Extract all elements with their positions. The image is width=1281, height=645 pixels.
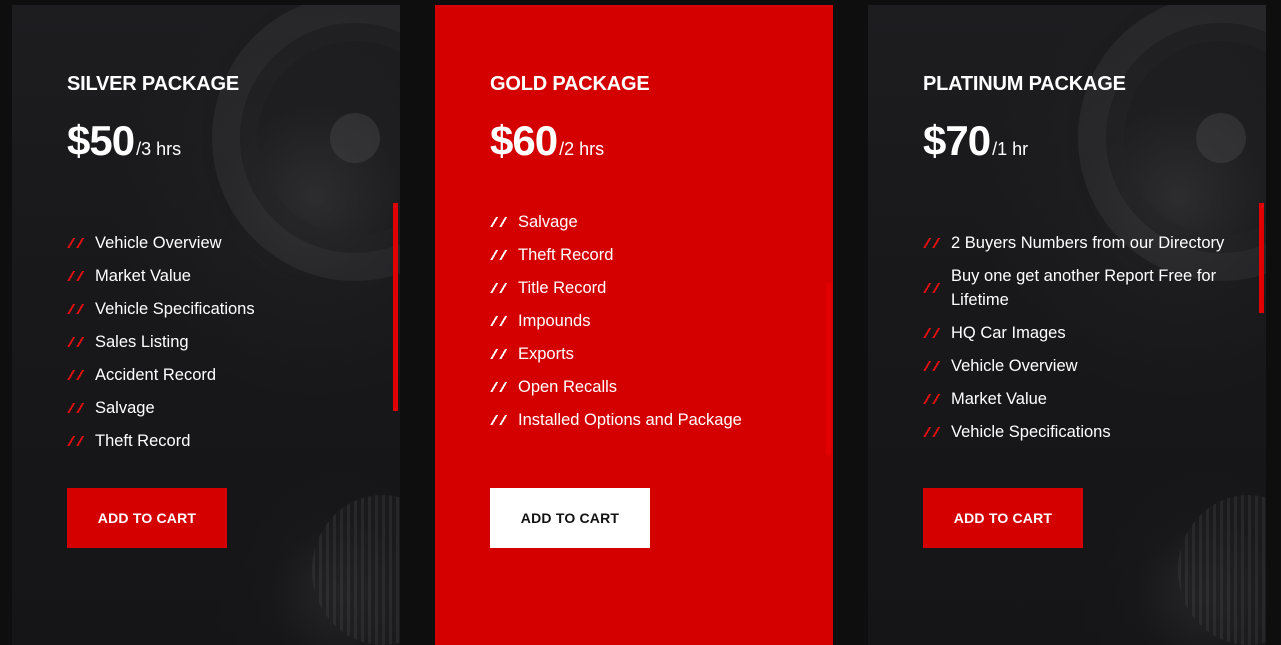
- double-slash-icon: [67, 271, 87, 281]
- feature-item: Market Value: [67, 264, 255, 288]
- double-slash-icon: [490, 316, 510, 326]
- add-to-cart-button[interactable]: ADD TO CART: [923, 488, 1083, 548]
- feature-item: Accident Record: [67, 363, 255, 387]
- price-amount: $60: [490, 117, 558, 164]
- package-title: SILVER PACKAGE: [67, 73, 240, 95]
- feature-list[interactable]: Salvage Theft Record Title Record Impoun…: [490, 210, 742, 441]
- double-slash-icon: [67, 403, 87, 413]
- feature-item: Exports: [490, 342, 742, 366]
- feature-list[interactable]: 2 Buyers Numbers from our Directory Buy …: [923, 231, 1261, 453]
- package-title: GOLD PACKAGE: [490, 73, 650, 95]
- price-period: /1 hr: [992, 139, 1029, 159]
- double-slash-icon: [67, 370, 87, 380]
- double-slash-icon: [490, 250, 510, 260]
- feature-item: Vehicle Specifications: [923, 420, 1261, 444]
- add-to-cart-button[interactable]: ADD TO CART: [490, 488, 650, 548]
- feature-item: HQ Car Images: [923, 321, 1261, 345]
- feature-item: Vehicle Overview: [923, 354, 1261, 378]
- feature-item: Vehicle Overview: [67, 231, 255, 255]
- double-slash-icon: [67, 238, 87, 248]
- pricing-card-gold: GOLD PACKAGE $60 /2 hrs Salvage Theft Re…: [435, 5, 833, 645]
- feature-item: Theft Record: [490, 243, 742, 267]
- package-price: $70 /1 hr: [923, 117, 1028, 165]
- price-amount: $50: [67, 117, 135, 164]
- pricing-card-platinum: PLATINUM PACKAGE $70 /1 hr 2 Buyers Numb…: [868, 5, 1266, 645]
- package-price: $50 /3 hrs: [67, 117, 181, 165]
- double-slash-icon: [67, 436, 87, 446]
- price-period: /3 hrs: [136, 139, 182, 159]
- feature-list-scrollbar[interactable]: [393, 203, 398, 411]
- feature-item: Open Recalls: [490, 375, 742, 399]
- pricing-card-silver: SILVER PACKAGE $50 /3 hrs Vehicle Overvi…: [12, 5, 400, 645]
- feature-item: Theft Record: [67, 429, 255, 453]
- package-title: PLATINUM PACKAGE: [923, 73, 1126, 95]
- double-slash-icon: [923, 328, 943, 338]
- feature-list-scrollbar[interactable]: [1259, 203, 1264, 313]
- tire-stack-background-image: [312, 495, 400, 645]
- feature-item: Salvage: [67, 396, 255, 420]
- feature-item: Title Record: [490, 276, 742, 300]
- double-slash-icon: [923, 427, 943, 437]
- double-slash-icon: [67, 304, 87, 314]
- double-slash-icon: [490, 217, 510, 227]
- feature-list-scrollbar[interactable]: [826, 283, 831, 455]
- feature-item: Installed Options and Package: [490, 408, 742, 432]
- package-price: $60 /2 hrs: [490, 117, 604, 165]
- double-slash-icon: [923, 394, 943, 404]
- double-slash-icon: [923, 283, 943, 293]
- double-slash-icon: [490, 382, 510, 392]
- double-slash-icon: [490, 415, 510, 425]
- feature-list[interactable]: Vehicle Overview Market Value Vehicle Sp…: [67, 231, 255, 462]
- double-slash-icon: [490, 349, 510, 359]
- feature-item: Market Value: [923, 387, 1261, 411]
- tire-stack-background-image: [1178, 495, 1266, 645]
- feature-item: Salvage: [490, 210, 742, 234]
- double-slash-icon: [923, 361, 943, 371]
- feature-item: Buy one get another Report Free for Life…: [923, 264, 1261, 312]
- feature-item: Sales Listing: [67, 330, 255, 354]
- price-period: /2 hrs: [559, 139, 605, 159]
- price-amount: $70: [923, 117, 991, 164]
- double-slash-icon: [490, 283, 510, 293]
- feature-item: Impounds: [490, 309, 742, 333]
- double-slash-icon: [923, 238, 943, 248]
- feature-item: Vehicle Specifications: [67, 297, 255, 321]
- feature-item: 2 Buyers Numbers from our Directory: [923, 231, 1261, 255]
- add-to-cart-button[interactable]: ADD TO CART: [67, 488, 227, 548]
- double-slash-icon: [67, 337, 87, 347]
